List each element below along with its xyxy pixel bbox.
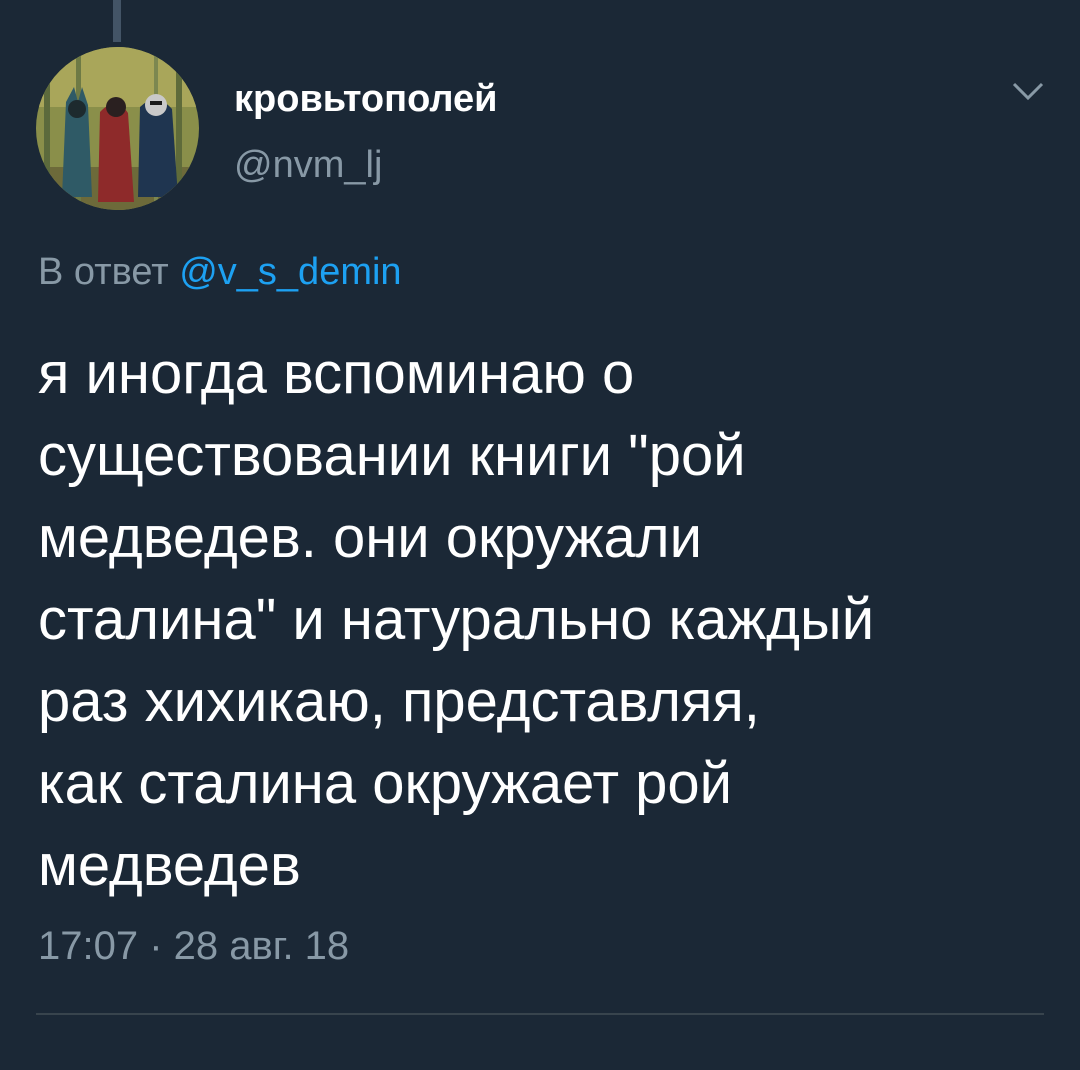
- reply-context: В ответ @v_s_demin: [38, 251, 402, 294]
- tweet-timestamp[interactable]: 17:07 · 28 авг. 18: [38, 924, 349, 969]
- chevron-down-icon: [1012, 82, 1044, 101]
- tweet-text-line: я иногда вспоминаю о: [38, 341, 635, 406]
- user-handle[interactable]: @nvm_lj: [234, 144, 382, 187]
- divider: [36, 1013, 1044, 1015]
- avatar-image: [36, 47, 199, 210]
- tweet-text-line: сталина" и натурально каждый: [38, 587, 875, 652]
- tweet-text: я иногда вспоминаю о существовании книги…: [38, 333, 1048, 907]
- reply-mention-link[interactable]: @v_s_demin: [179, 251, 401, 293]
- reply-prefix: В ответ: [38, 251, 169, 293]
- avatar[interactable]: [36, 47, 199, 210]
- tweet-text-line: медведев: [38, 833, 301, 898]
- thread-connector-line: [113, 0, 121, 42]
- display-name[interactable]: кровьтополей: [234, 78, 498, 121]
- tweet-menu-button[interactable]: [1008, 76, 1048, 106]
- tweet-text-line: существовании книги "рой: [38, 423, 746, 488]
- tweet-text-line: как сталина окружает рой: [38, 751, 733, 816]
- tweet-text-line: медведев. они окружали: [38, 505, 702, 570]
- tweet-text-line: раз хихикаю, представляя,: [38, 669, 760, 734]
